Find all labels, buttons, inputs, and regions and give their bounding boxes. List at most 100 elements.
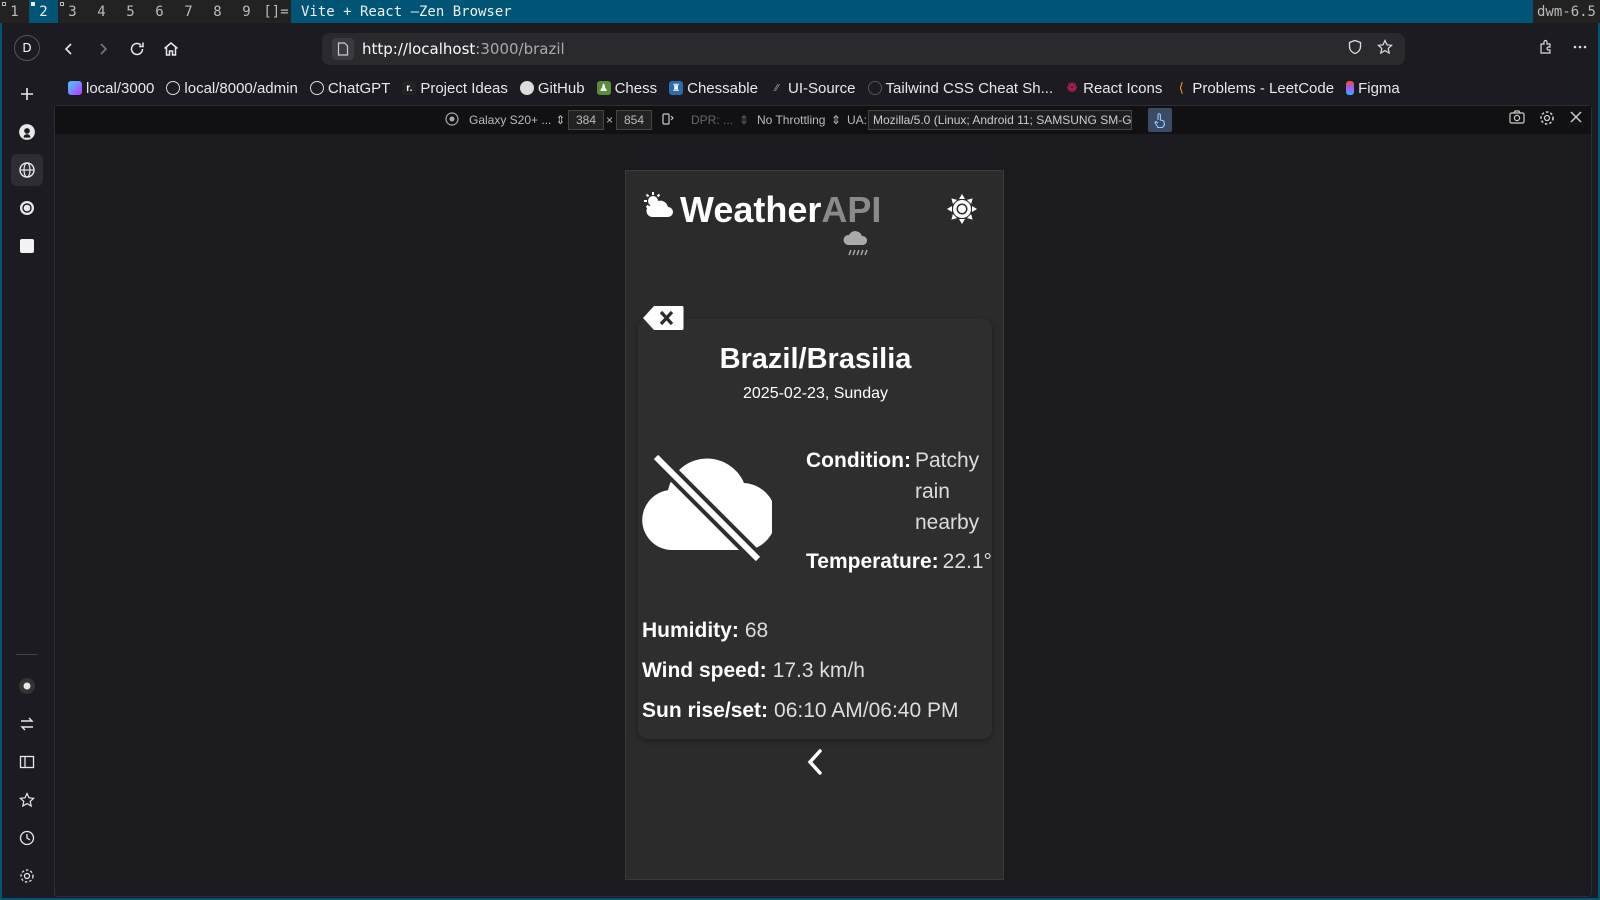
close-rdm-icon[interactable] <box>1569 110 1583 130</box>
window-title: Vite + React —Zen Browser <box>291 0 1533 23</box>
url-bar[interactable]: http://localhost:3000/brazil <box>322 33 1405 65</box>
touch-simulation-icon[interactable] <box>1148 108 1172 132</box>
rdm-settings-gear-icon[interactable] <box>1539 110 1555 130</box>
bookmark-github[interactable]: GitHub <box>514 75 591 101</box>
figma-favicon-icon <box>1346 81 1355 95</box>
reload-icon[interactable] <box>120 34 154 64</box>
vite-favicon-icon <box>68 81 82 95</box>
throttling-dropdown-icon: ⇕ <box>831 113 842 127</box>
project-ideas-favicon-icon: r. <box>402 81 417 95</box>
logo-text-api: API <box>821 189 882 230</box>
dwm-tag-7[interactable]: 7 <box>174 0 203 23</box>
bookmark-local-8000-admin[interactable]: local/8000/admin <box>160 75 303 101</box>
bookmark-tailwind-cheatsheet[interactable]: Tailwind CSS Cheat Sh... <box>862 75 1060 101</box>
forecast-date: 2025-02-23, Sunday <box>743 385 888 402</box>
home-icon[interactable] <box>154 34 188 64</box>
bookmark-leetcode[interactable]: ⟨ Problems - LeetCode <box>1168 75 1340 101</box>
bookmark-ui-source[interactable]: ⁄⁄ UI-Source <box>764 75 862 101</box>
bookmark-figma[interactable]: Figma <box>1340 75 1406 101</box>
sun-label: Sun rise/set: <box>642 699 769 722</box>
app-logo[interactable]: Weather API <box>642 189 881 231</box>
viewport-height-input[interactable]: 854 <box>616 110 652 130</box>
sidebar-divider <box>16 654 38 655</box>
dwm-tag-2[interactable]: 2 <box>29 0 58 23</box>
condition-block: Condition: Patchy rain nearby Temperatur… <box>806 445 992 577</box>
dwm-bar: 1 2 3 4 5 6 7 8 9 []= Vite + React —Zen … <box>0 0 1600 23</box>
ua-label: UA: <box>847 113 868 127</box>
throttling-selector[interactable]: No Throttling <box>757 113 825 127</box>
delete-backspace-icon[interactable] <box>642 305 684 331</box>
new-tab-icon[interactable] <box>11 78 43 110</box>
screenshot-camera-icon[interactable] <box>1509 110 1525 130</box>
menu-more-icon[interactable] <box>1572 39 1588 59</box>
bookmark-chess[interactable]: ♟ Chess <box>591 75 664 101</box>
bookmark-chatgpt[interactable]: ChatGPT <box>304 75 397 101</box>
browser-sidebar: D <box>2 23 52 898</box>
wind-label: Wind speed: <box>642 659 767 682</box>
page-info-icon[interactable] <box>332 38 354 60</box>
device-selector[interactable]: Galaxy S20+ ... ⇕ <box>445 111 566 129</box>
humidity-label: Humidity: <box>642 619 739 642</box>
globe-favicon-icon <box>166 81 181 95</box>
bookmark-chessable[interactable]: ♜ Chessable <box>663 75 764 101</box>
back-icon[interactable] <box>52 34 86 64</box>
extensions-icon[interactable] <box>1538 39 1554 59</box>
bookmark-local-3000[interactable]: local/3000 <box>62 75 160 101</box>
sun-row: Sun rise/set: 06:10 AM/06:40 PM <box>642 691 959 731</box>
github-favicon-icon <box>519 81 534 95</box>
wind-value: 17.3 km/h <box>772 659 865 682</box>
github-tab-icon[interactable] <box>11 116 43 148</box>
navigation-toolbar: http://localhost:3000/brazil <box>52 33 1588 65</box>
dwm-tags: 1 2 3 4 5 6 7 8 9 <box>0 0 261 23</box>
theme-toggle-sun-icon[interactable] <box>946 193 978 225</box>
page-content-area: Galaxy S20+ ... ⇕ 384 × 854 DPR: ... ⇕ N… <box>54 105 1592 897</box>
dwm-tag-8[interactable]: 8 <box>203 0 232 23</box>
page-tab-icon[interactable] <box>11 230 43 262</box>
dpr-selector[interactable]: DPR: ... <box>691 113 733 127</box>
workspace-avatar[interactable]: D <box>14 35 40 61</box>
humidity-row: Humidity: 68 <box>642 611 959 651</box>
forward-icon[interactable] <box>86 34 120 64</box>
sun-value: 06:10 AM/06:40 PM <box>774 699 959 722</box>
tracking-shield-icon[interactable] <box>1347 39 1363 59</box>
sync-arrows-icon[interactable] <box>11 708 43 740</box>
leetcode-favicon-icon: ⟨ <box>1178 80 1184 95</box>
dwm-tag-9[interactable]: 9 <box>232 0 261 23</box>
chatgpt-tab-icon[interactable] <box>11 192 43 224</box>
history-clock-icon[interactable] <box>11 822 43 854</box>
dwm-tag-6[interactable]: 6 <box>145 0 174 23</box>
humidity-value: 68 <box>744 619 769 642</box>
dwm-tag-3[interactable]: 3 <box>58 0 87 23</box>
condition-value: Patchy rain nearby <box>914 449 980 534</box>
responsive-design-toolbar: Galaxy S20+ ... ⇕ 384 × 854 DPR: ... ⇕ N… <box>55 106 1591 134</box>
device-dropdown-icon: ⇕ <box>555 113 566 127</box>
dpr-dropdown-icon: ⇕ <box>739 113 750 127</box>
dwm-tag-1[interactable]: 1 <box>0 0 29 23</box>
back-chevron-icon[interactable] <box>804 747 826 777</box>
bookmark-react-icons[interactable]: ❁ React Icons <box>1059 75 1168 101</box>
viewport-width-input[interactable]: 384 <box>568 110 604 130</box>
globe-tab-icon[interactable] <box>11 154 43 186</box>
settings-gear-icon[interactable] <box>11 860 43 892</box>
condition-label: Condition: <box>806 449 911 472</box>
rain-cloud-logo-icon <box>842 229 872 263</box>
dwm-tag-5[interactable]: 5 <box>116 0 145 23</box>
bookmark-project-ideas[interactable]: r. Project Ideas <box>396 75 514 101</box>
user-agent-input[interactable]: Mozilla/5.0 (Linux; Android 11; SAMSUNG … <box>868 110 1132 130</box>
chess-favicon-icon: ♟ <box>596 81 611 95</box>
temperature-value: 22.1° <box>942 550 992 573</box>
dwm-status: dwm-6.5 <box>1532 0 1600 23</box>
react-icons-favicon-icon: ❁ <box>1066 80 1078 95</box>
rotate-device-icon[interactable] <box>661 112 675 129</box>
bookmark-star-icon[interactable] <box>1377 39 1393 59</box>
dwm-tag-4[interactable]: 4 <box>87 0 116 23</box>
url-path: :3000/brazil <box>475 40 565 58</box>
city-title: Brazil/Brasilia <box>719 343 912 375</box>
dwm-layout-symbol[interactable]: []= <box>261 4 291 20</box>
url-host: http://localhost <box>362 40 476 58</box>
status-dot-icon[interactable] <box>11 670 43 702</box>
bookmarks-star-icon[interactable] <box>11 784 43 816</box>
cloud-off-weather-icon <box>642 452 777 565</box>
chessable-favicon-icon: ♜ <box>669 81 684 95</box>
sidebar-toggle-icon[interactable] <box>11 746 43 778</box>
